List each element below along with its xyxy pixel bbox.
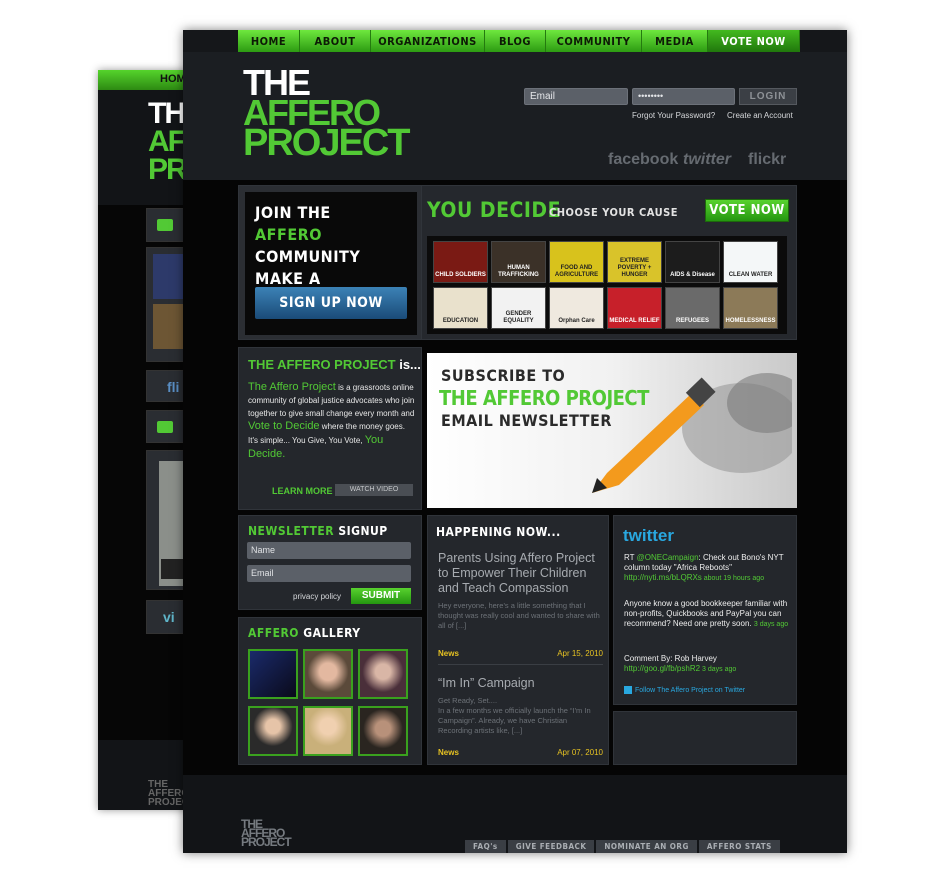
news-article[interactable]: “Im In” Campaign Get Ready, Set.... In a…: [438, 676, 603, 761]
video-camera-icon: [157, 421, 173, 433]
footer-link[interactable]: NOMINATE AN ORG: [596, 840, 697, 853]
cause-tile[interactable]: REFUGEES: [665, 287, 720, 329]
gallery-thumb[interactable]: [248, 706, 298, 756]
follow-twitter-link[interactable]: Follow The Affero Project on Twitter: [624, 686, 745, 694]
twitter-bird-icon: [624, 686, 632, 694]
cause-tile[interactable]: Orphan Care: [549, 287, 604, 329]
vote-now-button[interactable]: VOTE NOW: [705, 199, 789, 222]
footer-logo[interactable]: THE AFFERO PROJECT: [241, 818, 292, 848]
article-tag[interactable]: News: [438, 748, 459, 757]
happening-now-panel: HAPPENING NOW... Parents Using Affero Pr…: [427, 515, 609, 765]
nav-media[interactable]: MEDIA: [642, 30, 708, 52]
footer-link[interactable]: GIVE FEEDBACK: [507, 840, 595, 853]
back-logo: TH AF PR: [148, 97, 188, 186]
newsletter-email-input[interactable]: Email: [247, 565, 411, 582]
content-area: JOIN THE AFFERO COMMUNITY MAKE A DIFFERE…: [183, 180, 847, 775]
newsletter-name-input[interactable]: Name: [247, 542, 411, 559]
tweet: RT @ONECampaign: Check out Bono's NYT co…: [624, 553, 784, 582]
tweet: Comment By: Rob Harvey http://goo.gl/fb/…: [624, 654, 737, 673]
nav-about[interactable]: ABOUT: [300, 30, 371, 52]
twitter-panel: twitter RT @ONECampaign: Check out Bono'…: [613, 515, 797, 705]
cause-tile[interactable]: FOOD AND AGRICULTURE: [549, 241, 604, 283]
watch-video-button[interactable]: WATCH VIDEO: [335, 484, 413, 496]
cause-tile[interactable]: AIDS & Disease: [665, 241, 720, 283]
footer-nav: FAQ's GIVE FEEDBACK NOMINATE AN ORG AFFERO …: [465, 840, 780, 853]
gallery-thumbs: [248, 649, 408, 756]
gallery-heading: AFFERO GALLERY: [248, 626, 361, 640]
login-email-input[interactable]: Email: [524, 88, 628, 105]
article-title[interactable]: Parents Using Affero Project to Empower …: [438, 551, 603, 596]
sign-up-button[interactable]: SIGN UP NOW: [255, 287, 407, 319]
article-date: Apr 07, 2010: [557, 748, 603, 757]
tweet: Anyone know a good bookkeeper familiar w…: [624, 599, 789, 628]
gallery-thumb[interactable]: [358, 649, 408, 699]
nav-vote-now[interactable]: VOTE NOW: [708, 30, 800, 52]
article-excerpt: Hey everyone, here's a little something …: [438, 601, 600, 630]
cause-tile[interactable]: GENDER EQUALITY: [491, 287, 546, 329]
footer-link[interactable]: FAQ's: [465, 840, 506, 853]
cause-grid: CHILD SOLDIERS HUMAN TRAFFICKING FOOD AND …: [427, 236, 787, 334]
you-decide-panel: YOU DECIDE CHOOSE YOUR CAUSE VOTE NOW CH…: [421, 185, 797, 340]
login-password-input[interactable]: ••••••••: [632, 88, 735, 105]
gallery-panel: AFFERO GALLERY: [238, 617, 422, 765]
news-article[interactable]: Parents Using Affero Project to Empower …: [438, 551, 603, 666]
join-line1: JOIN THE: [255, 203, 331, 222]
gallery-thumb[interactable]: [248, 649, 298, 699]
gallery-thumb[interactable]: [303, 706, 353, 756]
about-body: The Affero Project is a grassroots onlin…: [248, 381, 415, 460]
cause-tile[interactable]: EDUCATION: [433, 287, 488, 329]
twitter-link[interactable]: twitter: [683, 151, 731, 169]
play-icon: [161, 559, 185, 579]
choose-cause-label: CHOOSE YOUR CAUSE: [549, 206, 678, 219]
footer: THE AFFERO PROJECT FAQ's GIVE FEEDBACK NOM…: [183, 775, 847, 853]
join-panel: JOIN THE AFFERO COMMUNITY MAKE A DIFFERE…: [238, 185, 422, 340]
twitter-logo: twitter: [623, 526, 674, 545]
article-date: Apr 15, 2010: [557, 649, 603, 658]
camera-icon: [157, 219, 173, 231]
divider: [438, 664, 603, 665]
subscribe-line3: EMAIL NEWSLETTER: [441, 411, 612, 430]
main-page: HOME ABOUT ORGANIZATIONS BLOG COMMUNITY MEDIA…: [183, 30, 847, 853]
nav-organizations[interactable]: ORGANIZATIONS: [371, 30, 485, 52]
nav-home[interactable]: HOME: [238, 30, 300, 52]
header: THE AFFERO PROJECT Email •••••••• LOGIN …: [183, 52, 847, 180]
cause-tile[interactable]: CHILD SOLDIERS: [433, 241, 488, 283]
cause-tile[interactable]: MEDICAL RELIEF: [607, 287, 662, 329]
cause-tile[interactable]: EXTREME POVERTY + HUNGER: [607, 241, 662, 283]
article-excerpt: Get Ready, Set.... In a few months we of…: [438, 696, 591, 735]
nav-community[interactable]: COMMUNITY: [546, 30, 642, 52]
flickr-link[interactable]: flickr: [748, 151, 786, 169]
newsletter-submit-button[interactable]: SUBMIT: [351, 588, 411, 604]
pencil-hand-image: [592, 373, 792, 493]
main-nav: HOME ABOUT ORGANIZATIONS BLOG COMMUNITY MEDIA…: [238, 30, 800, 52]
learn-more-link[interactable]: LEARN MORE: [272, 486, 333, 496]
site-logo[interactable]: THE AFFERO PROJECT: [243, 65, 410, 163]
cause-tile[interactable]: HUMAN TRAFFICKING: [491, 241, 546, 283]
create-account-link[interactable]: Create an Account: [727, 111, 793, 120]
about-heading: THE AFFERO PROJECT is...: [248, 357, 421, 372]
cause-tile[interactable]: HOMELESSNESS: [723, 287, 778, 329]
you-decide-title: YOU DECIDE: [427, 198, 561, 222]
login-button[interactable]: LOGIN: [739, 88, 797, 105]
privacy-policy-link[interactable]: privacy policy: [293, 592, 341, 601]
about-panel: THE AFFERO PROJECT is... The Affero Proj…: [238, 347, 422, 510]
footer-link[interactable]: AFFERO STATS: [698, 840, 780, 853]
newsletter-heading: NEWSLETTER SIGNUP: [248, 524, 388, 538]
happening-heading: HAPPENING NOW...: [436, 525, 561, 539]
nav-blog[interactable]: BLOG: [485, 30, 546, 52]
gallery-thumb[interactable]: [358, 706, 408, 756]
sidebar-empty-panel: [613, 711, 797, 765]
cause-tile[interactable]: CLEAN WATER: [723, 241, 778, 283]
forgot-password-link[interactable]: Forgot Your Password?: [632, 111, 715, 120]
gallery-thumb[interactable]: [303, 649, 353, 699]
join-line2: AFFERO COMMUNITY: [255, 225, 361, 266]
newsletter-panel: NEWSLETTER SIGNUP Name Email privacy pol…: [238, 515, 422, 610]
article-tag[interactable]: News: [438, 649, 459, 658]
facebook-link[interactable]: facebook: [608, 151, 678, 169]
subscribe-line1: SUBSCRIBE TO: [441, 366, 566, 385]
subscribe-banner[interactable]: SUBSCRIBE TO THE AFFERO PROJECT EMAIL NE…: [427, 353, 797, 508]
article-title[interactable]: “Im In” Campaign: [438, 676, 603, 691]
